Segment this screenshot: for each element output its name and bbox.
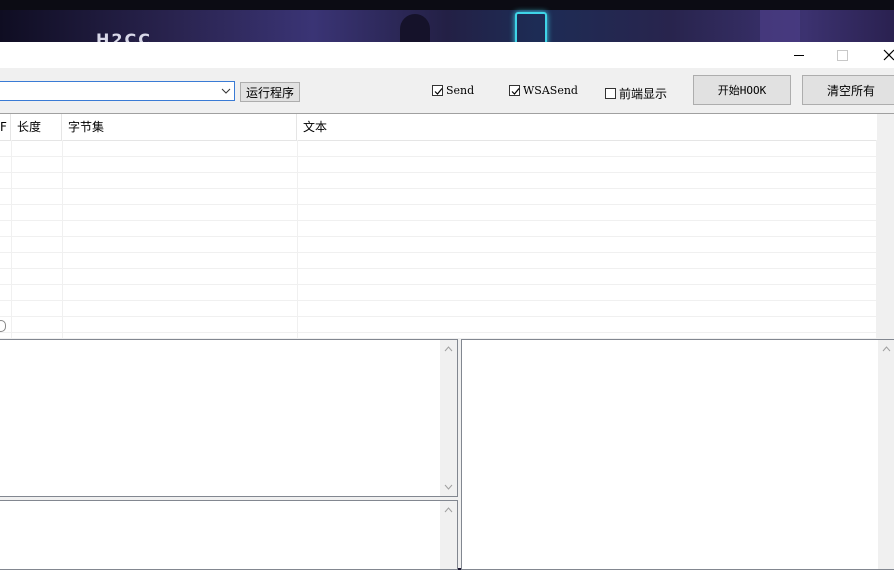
process-combobox[interactable] [0, 81, 235, 101]
table-row[interactable] [0, 237, 877, 253]
column-header-bytes[interactable]: 字节集 [62, 114, 297, 140]
detail-pane[interactable] [461, 339, 894, 570]
scroll-up-icon[interactable] [444, 507, 453, 513]
text-view-pane[interactable] [0, 500, 458, 570]
maximize-button[interactable] [820, 42, 865, 68]
checkmark-icon [433, 86, 444, 97]
column-header[interactable]: F [0, 114, 11, 140]
scroll-down-icon[interactable] [444, 484, 453, 490]
scroll-up-icon[interactable] [444, 346, 453, 352]
table-row[interactable] [0, 301, 877, 317]
table-row[interactable] [0, 285, 877, 301]
packet-list[interactable]: F 长度 字节集 文本 [0, 114, 894, 338]
table-row[interactable] [0, 141, 877, 157]
table-row[interactable] [0, 189, 877, 205]
start-hook-button[interactable]: 开始HOOK [693, 75, 791, 105]
wsasend-checkbox[interactable]: WSASend [509, 84, 578, 97]
app-window: 运行程序 Send WSASend 前端显示 开始HOOK 清空所有 F 长度 … [0, 42, 894, 568]
table-row[interactable] [0, 221, 877, 237]
table-row[interactable] [0, 157, 877, 173]
table-row[interactable] [0, 205, 877, 221]
title-bar [0, 42, 894, 68]
table-row[interactable] [0, 269, 877, 285]
wallpaper-figure [400, 14, 430, 44]
packet-list-header: F 长度 字节集 文本 [0, 114, 877, 141]
checkbox-box [605, 88, 616, 99]
front-display-checkbox[interactable]: 前端显示 [605, 85, 667, 102]
wallpaper-building [760, 10, 800, 44]
minimize-button[interactable] [776, 42, 821, 68]
minimize-icon [794, 55, 804, 56]
packet-list-scrollbar[interactable] [877, 114, 894, 338]
hex-view-pane[interactable] [0, 339, 458, 497]
chevron-down-icon [221, 86, 231, 96]
close-button[interactable] [866, 42, 894, 68]
front-display-checkbox-label: 前端显示 [619, 85, 667, 102]
detail-pane-scrollbar[interactable] [878, 340, 894, 569]
column-header-text[interactable]: 文本 [297, 114, 877, 140]
send-checkbox-label: Send [446, 84, 474, 97]
maximize-icon [837, 50, 848, 61]
table-row[interactable] [0, 317, 877, 333]
checkmark-icon [510, 86, 521, 97]
run-program-button[interactable]: 运行程序 [240, 82, 300, 102]
clear-all-button[interactable]: 清空所有 [802, 75, 894, 105]
packet-list-rows [0, 141, 877, 338]
checkbox-box [432, 85, 443, 96]
wsasend-checkbox-label: WSASend [523, 84, 578, 97]
text-view-scrollbar[interactable] [440, 501, 457, 569]
desktop-wallpaper: H2CC [0, 0, 894, 44]
wallpaper-top-bar [0, 0, 894, 10]
wallpaper-neon-sign [515, 12, 547, 44]
scroll-up-icon[interactable] [882, 346, 891, 352]
table-row[interactable] [0, 173, 877, 189]
close-icon [883, 49, 894, 61]
toolbar: 运行程序 Send WSASend 前端显示 开始HOOK 清空所有 [0, 68, 894, 114]
column-header-length[interactable]: 长度 [11, 114, 62, 140]
table-row[interactable] [0, 253, 877, 269]
send-checkbox[interactable]: Send [432, 84, 474, 97]
checkbox-box [509, 85, 520, 96]
hex-view-scrollbar[interactable] [440, 340, 457, 496]
